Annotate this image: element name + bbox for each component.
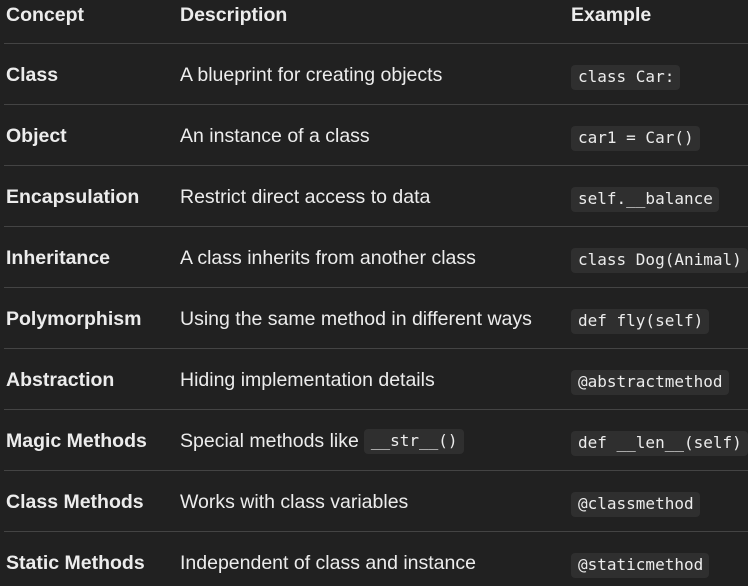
- description-cell: Independent of class and instance: [180, 552, 476, 574]
- example-cell: @abstractmethod: [571, 369, 729, 395]
- example-code: def __len__(self): [571, 431, 748, 456]
- table-header-row: Concept Description Example: [0, 0, 748, 44]
- table-row: Magic Methods Special methods like __str_…: [0, 410, 748, 471]
- header-description: Description: [180, 4, 288, 26]
- example-cell: @staticmethod: [571, 552, 710, 578]
- example-cell: car1 = Car(): [571, 125, 700, 151]
- example-cell: class Car:: [571, 64, 681, 90]
- description-cell: Works with class variables: [180, 491, 409, 513]
- example-code: @classmethod: [571, 492, 700, 517]
- table-row: Abstraction Hiding implementation detail…: [0, 349, 748, 410]
- concept-cell: Polymorphism: [6, 308, 142, 330]
- concept-cell: Class: [6, 64, 59, 86]
- example-cell: @classmethod: [571, 491, 700, 517]
- example-code: self.__balance: [571, 187, 719, 212]
- example-cell: self.__balance: [571, 186, 719, 212]
- description-cell: A class inherits from another class: [180, 247, 476, 269]
- concepts-table: Concept Description Example Class A blue…: [0, 0, 748, 586]
- table-row: Class Methods Works with class variables…: [0, 471, 748, 532]
- example-code: class Car:: [571, 65, 681, 90]
- description-text: Special methods like: [180, 430, 359, 452]
- example-cell: def fly(self): [571, 308, 710, 334]
- example-code: class Dog(Animal): [571, 248, 748, 273]
- table-row: Static Methods Independent of class and …: [0, 532, 748, 586]
- concept-cell: Inheritance: [6, 247, 111, 269]
- header-example: Example: [571, 4, 652, 26]
- description-cell: Hiding implementation details: [180, 369, 435, 391]
- example-code: @staticmethod: [571, 553, 710, 578]
- example-code: @abstractmethod: [571, 370, 729, 395]
- description-cell: Restrict direct access to data: [180, 186, 431, 208]
- concept-cell: Object: [6, 125, 67, 147]
- table-row: Object An instance of a class car1 = Car…: [0, 105, 748, 166]
- description-cell: Using the same method in different ways: [180, 308, 532, 330]
- description-cell: Special methods like __str__(): [180, 429, 464, 455]
- description-cell: An instance of a class: [180, 125, 370, 147]
- concept-cell: Abstraction: [6, 369, 115, 391]
- example-cell: class Dog(Animal): [571, 247, 748, 273]
- description-code: __str__(): [363, 429, 464, 454]
- concept-cell: Static Methods: [6, 552, 145, 574]
- example-code: def fly(self): [571, 309, 710, 334]
- concept-cell: Class Methods: [6, 491, 144, 513]
- concept-cell: Encapsulation: [6, 186, 140, 208]
- table-row: Encapsulation Restrict direct access to …: [0, 166, 748, 227]
- description-cell: A blueprint for creating objects: [180, 64, 443, 86]
- concept-cell: Magic Methods: [6, 430, 147, 452]
- table-row: Class A blueprint for creating objects c…: [0, 44, 748, 105]
- table-row: Polymorphism Using the same method in di…: [0, 288, 748, 349]
- table-row: Inheritance A class inherits from anothe…: [0, 227, 748, 288]
- header-concept: Concept: [6, 4, 84, 26]
- example-cell: def __len__(self): [571, 430, 748, 456]
- example-code: car1 = Car(): [571, 126, 700, 151]
